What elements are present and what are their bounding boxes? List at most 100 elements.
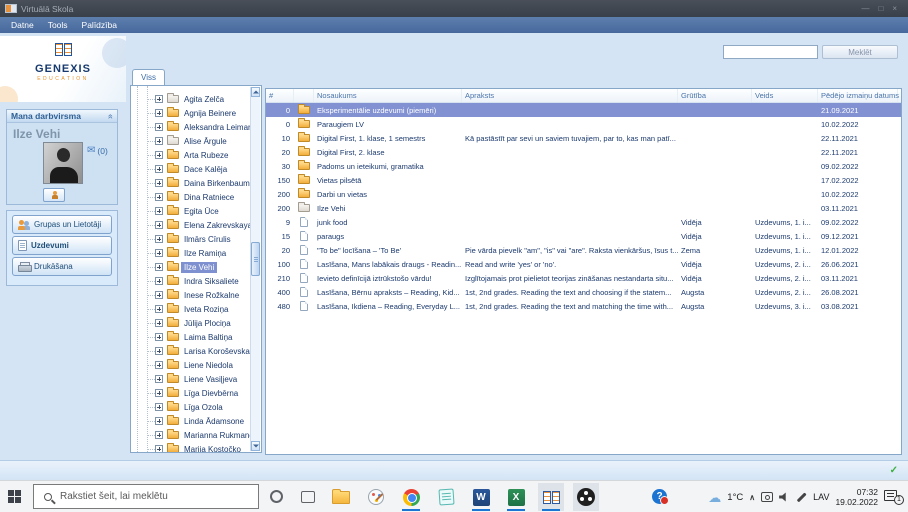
tree-item[interactable]: Liene Vasiļjeva xyxy=(131,372,250,386)
expand-icon[interactable] xyxy=(155,291,163,299)
nav-button-groups-users[interactable]: Grupas un Lietotāji xyxy=(12,215,112,234)
table-row[interactable]: 20 Digital First, 2. klase 22.11.2021 xyxy=(266,145,901,159)
header-date[interactable]: Pēdējo izmaiņu datums xyxy=(818,89,898,102)
taskbar-clock[interactable]: 07:32 19.02.2022 xyxy=(835,487,878,507)
language-indicator[interactable]: LAV xyxy=(813,492,829,502)
table-row[interactable]: 480 Lasīšana, Ikdiena – Reading, Everyda… xyxy=(266,299,901,313)
notepad-icon[interactable] xyxy=(433,483,459,511)
app-search-button[interactable]: Meklēt xyxy=(822,45,898,59)
nav-button-printing[interactable]: Drukāšana xyxy=(12,257,112,276)
tree-item[interactable]: Inese Rožkalne xyxy=(131,288,250,302)
tree-item[interactable]: Agnija Beinere xyxy=(131,106,250,120)
expand-icon[interactable] xyxy=(155,277,163,285)
start-button[interactable] xyxy=(8,490,22,504)
taskbar-search[interactable] xyxy=(33,484,259,509)
pen-icon[interactable] xyxy=(797,492,807,502)
expand-icon[interactable] xyxy=(155,137,163,145)
expand-icon[interactable] xyxy=(155,319,163,327)
header-difficulty[interactable]: Grūtība xyxy=(678,89,752,102)
chrome-icon[interactable] xyxy=(398,483,424,511)
table-row[interactable]: 9 junk food Vidēja Uzdevums, 1. i... 09.… xyxy=(266,215,901,229)
expand-icon[interactable] xyxy=(155,249,163,257)
nav-button-tasks[interactable]: Uzdevumi xyxy=(12,236,112,255)
table-row[interactable]: 0 Paraugiem LV 10.02.2022 xyxy=(266,117,901,131)
expand-icon[interactable] xyxy=(155,179,163,187)
expand-icon[interactable] xyxy=(155,235,163,243)
tab-all[interactable]: Viss xyxy=(132,69,165,85)
cortana-icon[interactable] xyxy=(270,490,283,503)
menu-item[interactable]: Datne xyxy=(4,17,41,33)
tree-item[interactable]: Daina Birkenbauma xyxy=(131,176,250,190)
tree-item[interactable]: Aleksandra Leimane xyxy=(131,120,250,134)
header-name[interactable]: Nosaukums xyxy=(314,89,462,102)
user-avatar[interactable] xyxy=(43,142,83,184)
expand-icon[interactable] xyxy=(155,333,163,341)
tree-item[interactable]: Alise Ārgule xyxy=(131,134,250,148)
app-search-input[interactable] xyxy=(723,45,818,59)
expand-icon[interactable] xyxy=(155,403,163,411)
tree-item[interactable]: Indra Siksaliete xyxy=(131,274,250,288)
tree-item[interactable]: Iveta Roziņa xyxy=(131,302,250,316)
genexis-app-icon[interactable] xyxy=(538,483,564,511)
expand-icon[interactable] xyxy=(155,389,163,397)
table-row[interactable]: 400 Lasīšana, Bērnu apraksts – Reading, … xyxy=(266,285,901,299)
table-row[interactable]: 200 Ilze Vehi 03.11.2021 xyxy=(266,201,901,215)
tree-item[interactable]: Ilze Vehi xyxy=(131,260,250,274)
help-icon[interactable]: ? xyxy=(652,489,667,504)
menu-item[interactable]: Palīdzība xyxy=(75,17,124,33)
excel-icon[interactable]: X xyxy=(503,483,529,511)
expand-icon[interactable] xyxy=(155,193,163,201)
expand-icon[interactable] xyxy=(155,165,163,173)
expand-icon[interactable] xyxy=(155,375,163,383)
paint-icon[interactable] xyxy=(363,483,389,511)
scroll-up-button[interactable] xyxy=(251,87,260,97)
tree-item[interactable]: Egita Ūce xyxy=(131,204,250,218)
table-row[interactable]: 100 Lasīšana, Mans labākais draugs - Rea… xyxy=(266,257,901,271)
expand-icon[interactable] xyxy=(155,123,163,131)
table-row[interactable]: 10 Digital First, 1. klase, 1 semestrs K… xyxy=(266,131,901,145)
maximize-button[interactable]: □ xyxy=(878,4,883,14)
header-kind[interactable]: Veids xyxy=(752,89,818,102)
workspace-panel-header[interactable]: Mana darbvirsma « xyxy=(7,110,117,123)
tree-item[interactable]: Marianna Rukmane xyxy=(131,428,250,442)
table-row[interactable]: 200 Darbi un vietas 10.02.2022 xyxy=(266,187,901,201)
tree-item[interactable]: Ilze Ramiņa xyxy=(131,246,250,260)
expand-icon[interactable] xyxy=(155,305,163,313)
table-row[interactable]: 30 Padoms un ieteikumi, gramatika 09.02.… xyxy=(266,159,901,173)
task-view-icon[interactable] xyxy=(301,491,315,503)
expand-icon[interactable] xyxy=(155,95,163,103)
speaker-icon[interactable] xyxy=(779,492,790,502)
header-icon[interactable] xyxy=(294,89,314,102)
file-explorer-icon[interactable] xyxy=(328,483,354,511)
expand-icon[interactable] xyxy=(155,445,163,452)
word-icon[interactable]: W xyxy=(468,483,494,511)
tree-item[interactable]: Laima Baltiņa xyxy=(131,330,250,344)
expand-icon[interactable] xyxy=(155,207,163,215)
expand-icon[interactable] xyxy=(155,109,163,117)
tree-scrollbar[interactable] xyxy=(250,87,260,451)
header-description[interactable]: Apraksts xyxy=(462,89,678,102)
scroll-thumb[interactable] xyxy=(251,242,260,276)
expand-icon[interactable] xyxy=(155,431,163,439)
table-row[interactable]: 210 Ievieto definīcijā iztrūkstošo vārdu… xyxy=(266,271,901,285)
tree-item[interactable]: Marija Kostočko xyxy=(131,442,250,452)
taskbar-search-input[interactable] xyxy=(60,491,258,502)
tray-expand-icon[interactable]: ∧ xyxy=(749,493,755,502)
notification-center-icon[interactable]: 1 xyxy=(884,489,904,505)
close-button[interactable]: × xyxy=(892,4,897,14)
tree-item[interactable]: Dina Ratniece xyxy=(131,190,250,204)
scroll-down-button[interactable] xyxy=(251,441,260,451)
tree-item[interactable]: Arta Rubeze xyxy=(131,148,250,162)
device-icon[interactable] xyxy=(761,492,773,502)
table-row[interactable]: 150 Vietas pilsētā 17.02.2022 xyxy=(266,173,901,187)
tree-item[interactable]: Līga Ozola xyxy=(131,400,250,414)
expand-icon[interactable] xyxy=(155,151,163,159)
table-row[interactable]: 20 "To be" locīšana – 'To Be' Pie vārda … xyxy=(266,243,901,257)
tree-item[interactable]: Elena Zakrevskaya xyxy=(131,218,250,232)
collapse-icon[interactable]: « xyxy=(106,113,115,118)
header-number[interactable]: # xyxy=(266,89,294,102)
expand-icon[interactable] xyxy=(155,417,163,425)
tree-item[interactable]: Dace Kalēja xyxy=(131,162,250,176)
table-row[interactable]: 0 Eksperimentālie uzdevumi (piemēri) 21.… xyxy=(266,103,901,117)
tree-item[interactable]: Ilmārs Cīrulis xyxy=(131,232,250,246)
